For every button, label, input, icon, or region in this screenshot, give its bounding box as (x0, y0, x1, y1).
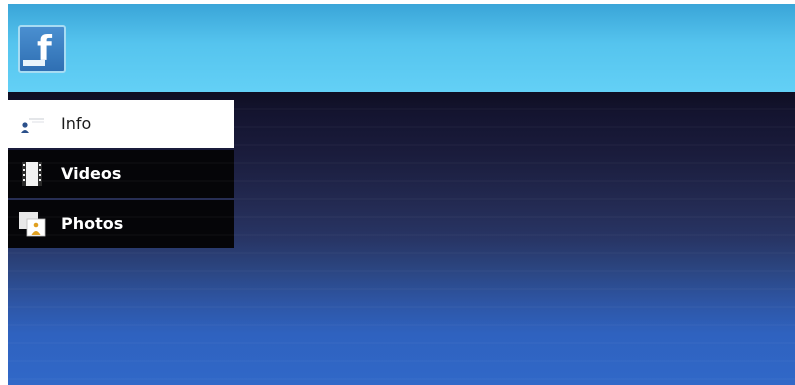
film-strip-icon (22, 162, 42, 186)
side-menu: Info Videos Photos (8, 100, 234, 250)
menu-item-label: Photos (61, 214, 124, 233)
contact-card-icon (21, 118, 44, 133)
menu-item-videos[interactable]: Videos (8, 150, 234, 198)
menu-item-label: Info (61, 114, 92, 133)
photo-stack-icon (19, 212, 46, 237)
app-screen: f Info Videos Photos (8, 4, 795, 385)
menu-item-info[interactable]: Info (8, 100, 234, 148)
logo-letter: f (37, 29, 52, 69)
facebook-icon[interactable]: f (18, 25, 66, 73)
menu-item-photos[interactable]: Photos (8, 200, 234, 248)
top-bar: f (8, 4, 795, 92)
menu-item-label: Videos (61, 164, 122, 183)
